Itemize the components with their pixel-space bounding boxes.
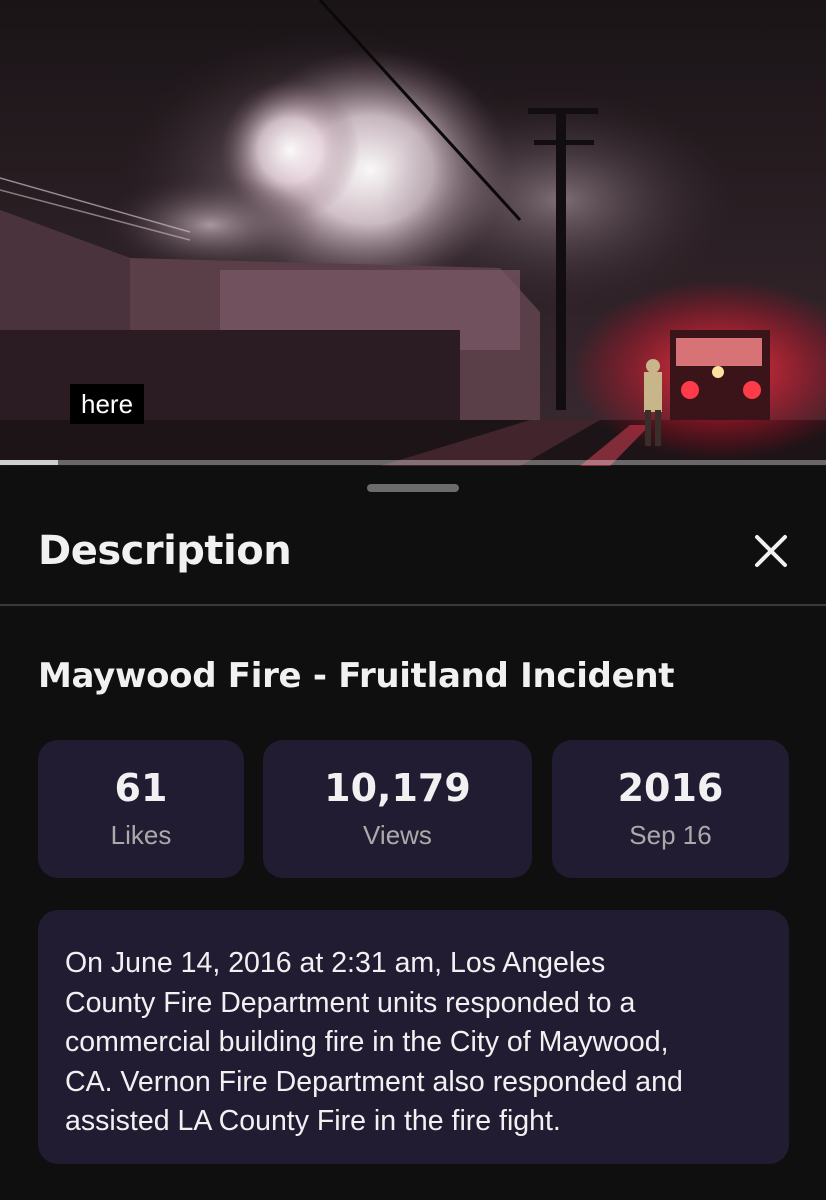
views-label: Views [363,820,432,850]
close-button[interactable] [748,528,794,574]
upload-year: 2016 [617,766,724,810]
likes-stat: 61 Likes [38,740,244,878]
video-title: Maywood Fire - Fruitland Incident [38,656,675,696]
video-player[interactable]: here [0,0,826,466]
description-text: On June 14, 2016 at 2:31 am, Los Angeles… [65,947,683,1137]
video-caption: here [70,384,145,424]
description-sheet: Description Maywood Fire - Fruitland Inc… [0,466,826,1200]
likes-count: 61 [114,766,168,810]
sheet-header: Description [0,506,826,604]
upload-date: Sep 16 [629,820,712,850]
drag-handle[interactable] [367,484,459,492]
stats-row: 61 Likes 10,179 Views 2016 Sep 16 [0,740,826,878]
sheet-title: Description [38,528,292,574]
date-stat: 2016 Sep 16 [552,740,789,878]
views-stat: 10,179 Views [263,740,532,878]
header-divider [0,604,826,606]
description-card[interactable]: On June 14, 2016 at 2:31 am, Los Angeles… [38,910,789,1164]
close-icon [755,535,787,567]
likes-label: Likes [110,820,172,850]
progress-bar-fill [0,460,58,465]
views-count: 10,179 [324,766,471,810]
progress-bar[interactable] [0,460,826,465]
